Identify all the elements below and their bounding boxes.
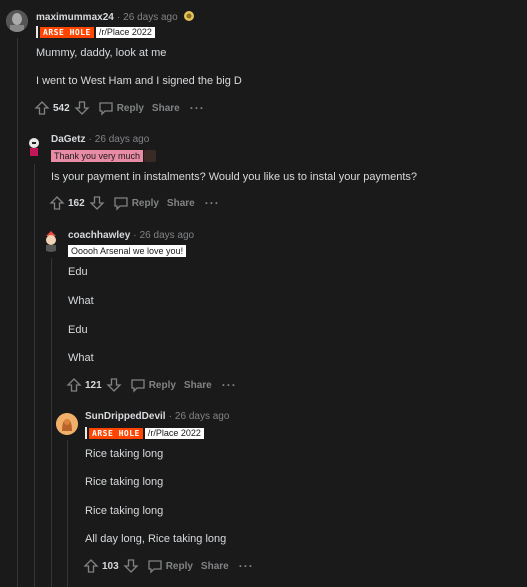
avatar[interactable] [23, 135, 45, 157]
comment-bubble-icon [131, 379, 145, 393]
user-avatar-icon [29, 138, 39, 156]
user-flair: Ooooh Arsenal we love you! [68, 245, 187, 257]
downvote-icon[interactable] [89, 195, 105, 211]
author-name[interactable]: coachhawley [68, 230, 130, 241]
more-options-button[interactable]: ··· [205, 196, 220, 210]
downvote-icon[interactable] [123, 558, 139, 574]
flair-emoji-icon [144, 150, 157, 162]
share-button[interactable]: Share [201, 561, 229, 572]
comment-actions: 121 Reply Share ··· [66, 376, 237, 394]
user-flair: ARSE HOLE /r/Place 2022 [36, 26, 155, 38]
vote-count: 103 [102, 560, 119, 572]
reply-button[interactable]: Reply [147, 558, 193, 574]
avatar[interactable] [40, 230, 62, 252]
award-icon[interactable] [183, 10, 195, 22]
comment-text: What [68, 352, 94, 364]
flair-text: /r/Place 2022 [144, 427, 204, 439]
downvote-icon[interactable] [106, 377, 122, 393]
vote-count: 162 [68, 197, 85, 209]
more-options-button[interactable]: ··· [190, 101, 205, 115]
comment-text: What [68, 295, 94, 307]
flair-text: Thank you very much [51, 150, 144, 162]
more-options-button[interactable]: ··· [239, 559, 254, 573]
user-flair: Thank you very much [51, 150, 157, 162]
comment-text: Rice taking long [85, 476, 164, 488]
comment-text: I went to West Ham and I signed the big … [36, 75, 242, 87]
reply-button[interactable]: Reply [113, 195, 159, 211]
reply-button[interactable]: Reply [98, 100, 144, 116]
share-button[interactable]: Share [152, 103, 180, 114]
avatar[interactable] [56, 413, 78, 435]
reply-button[interactable]: Reply [130, 377, 176, 393]
flair-emoji-logo: ARSE HOLE [89, 427, 143, 439]
downvote-icon[interactable] [74, 100, 90, 116]
flair-emoji-logo: ARSE HOLE [40, 26, 94, 38]
user-avatar-icon [46, 231, 56, 252]
timestamp[interactable]: 26 days ago [95, 134, 150, 145]
thread-line[interactable] [34, 164, 35, 587]
author-name[interactable]: maximummax24 [36, 12, 114, 23]
upvote-icon[interactable] [66, 377, 82, 393]
share-button[interactable]: Share [167, 198, 195, 209]
comment-actions: 162 Reply Share ··· [49, 194, 220, 212]
flair-text: /r/Place 2022 [95, 26, 155, 38]
comment-text: Rice taking long [85, 448, 164, 460]
upvote-icon[interactable] [49, 195, 65, 211]
comment-actions: 103 Reply Share ··· [83, 557, 254, 575]
upvote-icon[interactable] [34, 100, 50, 116]
avatar[interactable] [6, 10, 28, 32]
comment-text: Mummy, daddy, look at me [36, 47, 167, 59]
timestamp[interactable]: 26 days ago [123, 12, 178, 23]
author-name[interactable]: SunDrippedDevil [85, 411, 166, 422]
user-avatar-icon [56, 413, 78, 435]
more-options-button[interactable]: ··· [222, 378, 237, 392]
comment-bubble-icon [114, 197, 128, 211]
flair-text: Ooooh Arsenal we love you! [68, 245, 187, 257]
timestamp[interactable]: 26 days ago [140, 230, 195, 241]
comment-text: Edu [68, 266, 88, 278]
author-name[interactable]: DaGetz [51, 134, 85, 145]
upvote-icon[interactable] [83, 558, 99, 574]
comment-text: Edu [68, 324, 88, 336]
timestamp[interactable]: 26 days ago [175, 411, 230, 422]
comment-text: Is your payment in instalments? Would yo… [51, 171, 418, 183]
thread-line[interactable] [17, 38, 18, 587]
comment-bubble-icon [99, 102, 113, 116]
vote-count: 121 [85, 379, 102, 391]
comment-bubble-icon [148, 560, 162, 574]
share-button[interactable]: Share [184, 380, 212, 391]
vote-count: 542 [53, 102, 70, 114]
thread-line[interactable] [67, 440, 68, 587]
comment-text: All day long, Rice taking long [85, 533, 227, 545]
comment-text: Rice taking long [85, 505, 164, 517]
user-flair: ARSE HOLE /r/Place 2022 [85, 427, 204, 439]
comment-actions: 542 Reply Share ··· [34, 99, 205, 117]
user-avatar-icon [6, 10, 28, 32]
thread-line[interactable] [51, 258, 52, 587]
